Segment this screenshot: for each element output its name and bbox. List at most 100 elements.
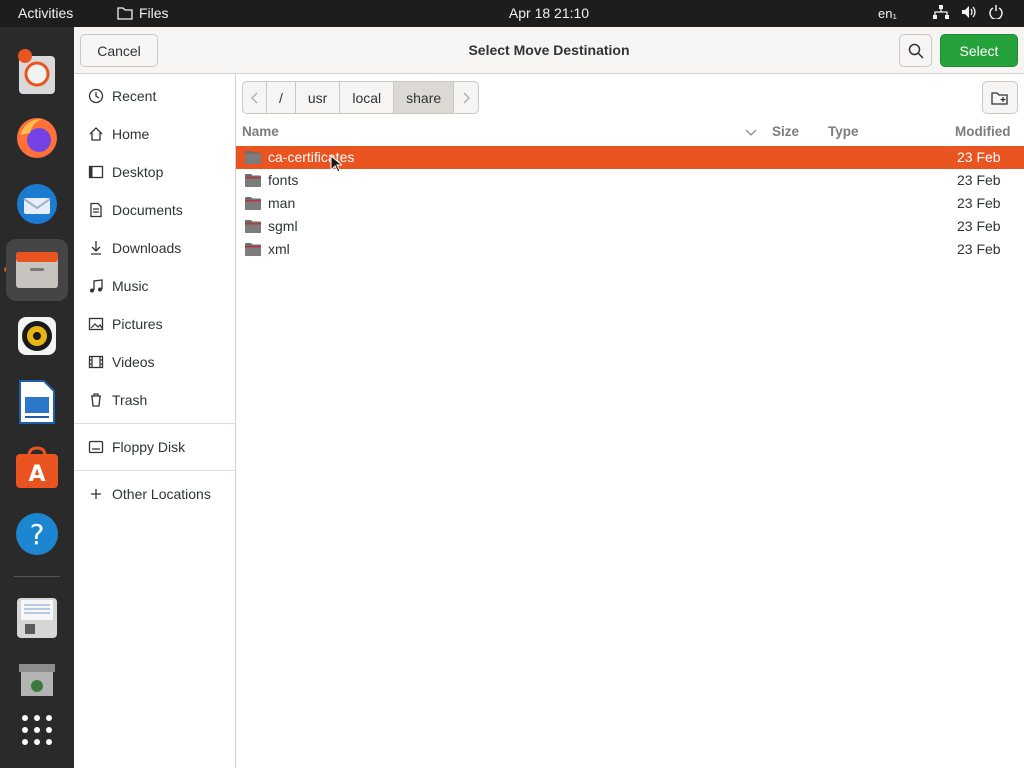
dock-help[interactable]: ? [6, 503, 68, 565]
new-folder-button[interactable] [982, 81, 1018, 114]
pictures-icon [88, 316, 104, 332]
sidebar-item-label: Music [112, 278, 149, 294]
file-name: sgml [268, 218, 298, 234]
network-icon [933, 5, 949, 19]
dock-floppy[interactable] [6, 587, 68, 649]
power-icon [989, 5, 1003, 19]
help-icon: ? [16, 513, 58, 555]
dock-libreoffice-writer[interactable] [6, 371, 68, 433]
folder-icon [245, 220, 261, 233]
path-segment-root[interactable]: / [267, 82, 296, 113]
folder-icon [245, 174, 261, 187]
software-icon: A [16, 446, 58, 488]
file-row-sgml[interactable]: sgml 23 Feb [236, 215, 1024, 238]
path-segment-usr[interactable]: usr [296, 82, 341, 113]
sidebar-item-trash[interactable]: Trash [74, 382, 235, 418]
file-modified: 23 Feb [957, 172, 1001, 188]
file-name: man [268, 195, 296, 211]
app-grid-icon [22, 715, 52, 745]
sidebar-item-label: Documents [112, 202, 183, 218]
dock-files[interactable] [6, 239, 68, 301]
file-row-xml[interactable]: xml 23 Feb [236, 238, 1024, 261]
sidebar-item-label: Desktop [112, 164, 164, 180]
dock-help-app[interactable] [6, 41, 68, 103]
writer-icon [19, 380, 55, 424]
sidebar-item-label: Pictures [112, 316, 163, 332]
system-tray[interactable] [933, 5, 1003, 19]
file-modified: 23 Feb [957, 218, 1001, 234]
path-scroll-right-button[interactable] [454, 82, 478, 113]
sidebar-item-downloads[interactable]: Downloads [74, 230, 235, 266]
search-button[interactable] [899, 34, 932, 67]
file-modified: 23 Feb [957, 241, 1001, 257]
new-folder-icon [991, 91, 1008, 105]
sidebar-item-label: Videos [112, 354, 155, 370]
sidebar-item-label: Floppy Disk [112, 439, 186, 455]
mouse-pointer-icon [330, 155, 342, 173]
sidebar-item-label: Other Locations [112, 486, 211, 502]
sidebar-item-label: Recent [112, 88, 157, 104]
folder-icon [245, 243, 261, 256]
column-header-modified[interactable]: Modified [955, 124, 1011, 144]
search-icon [908, 43, 924, 59]
sidebar-separator [74, 470, 235, 471]
sidebar-item-music[interactable]: Music [74, 268, 235, 304]
file-name: xml [268, 241, 290, 257]
file-modified: 23 Feb [957, 195, 1001, 211]
chevron-left-icon [250, 92, 257, 103]
volume-icon [962, 6, 976, 18]
dock-thunderbird[interactable] [6, 173, 68, 235]
sidebar-item-recent[interactable]: Recent [74, 78, 235, 114]
file-row-fonts[interactable]: fonts 23 Feb [236, 169, 1024, 192]
floppy-icon [88, 439, 104, 455]
files-icon [16, 252, 58, 288]
show-applications-button[interactable] [6, 699, 68, 761]
plus-icon [88, 486, 104, 502]
sidebar-item-label: Downloads [112, 240, 182, 256]
dock-ubuntu-software[interactable]: A [6, 437, 68, 499]
file-row-man[interactable]: man 23 Feb [236, 192, 1024, 215]
top-bar: Activities Files Apr 18 21:10 en₁ [0, 0, 1024, 27]
sort-chevron-down-icon[interactable] [745, 129, 757, 137]
column-header-size[interactable]: Size [772, 124, 799, 144]
dock-rhythmbox[interactable] [6, 305, 68, 367]
sidebar-item-other-locations[interactable]: Other Locations [74, 476, 235, 512]
column-header-type[interactable]: Type [828, 124, 859, 144]
sidebar-item-label: Trash [112, 392, 148, 408]
dock-separator [14, 576, 60, 577]
input-language[interactable]: en₁ [878, 6, 897, 21]
file-chooser-dialog: Cancel Select Move Destination Select Re… [74, 27, 1024, 768]
file-row-ca-certificates[interactable]: ca-certificates 23 Feb [236, 146, 1024, 169]
clock-icon [88, 88, 104, 104]
places-sidebar: Recent Home Desktop Documents Downloads … [74, 74, 236, 768]
dock-firefox[interactable] [6, 107, 68, 169]
path-scroll-left-button[interactable] [243, 82, 267, 113]
sidebar-item-pictures[interactable]: Pictures [74, 306, 235, 342]
floppy-drive-icon [17, 598, 57, 638]
sidebar-item-desktop[interactable]: Desktop [74, 154, 235, 190]
ubuntu-help-icon [18, 49, 55, 94]
header-bar: Cancel Select Move Destination Select [74, 27, 1024, 74]
select-button[interactable]: Select [940, 34, 1018, 67]
sidebar-item-documents[interactable]: Documents [74, 192, 235, 228]
path-segment-local[interactable]: local [340, 82, 395, 113]
thunderbird-icon [17, 184, 57, 224]
sidebar-item-floppy-disk[interactable]: Floppy Disk [74, 429, 235, 465]
desktop-icon [88, 164, 104, 180]
trash-can-icon [19, 664, 55, 696]
path-bar: / usr local share [242, 81, 480, 114]
sidebar-item-home[interactable]: Home [74, 116, 235, 152]
path-segment-share[interactable]: share [394, 82, 455, 113]
sidebar-item-videos[interactable]: Videos [74, 344, 235, 380]
home-icon [88, 126, 104, 142]
column-header-name[interactable]: Name [242, 124, 279, 144]
videos-icon [88, 354, 104, 370]
dock: A ? [0, 27, 74, 768]
clock[interactable]: Apr 18 21:10 [0, 5, 1024, 21]
svg-text:?: ? [30, 518, 45, 551]
sidebar-item-label: Home [112, 126, 150, 142]
download-icon [88, 240, 104, 256]
chevron-right-icon [463, 92, 471, 103]
music-icon [88, 278, 104, 294]
sidebar-separator [74, 423, 235, 424]
